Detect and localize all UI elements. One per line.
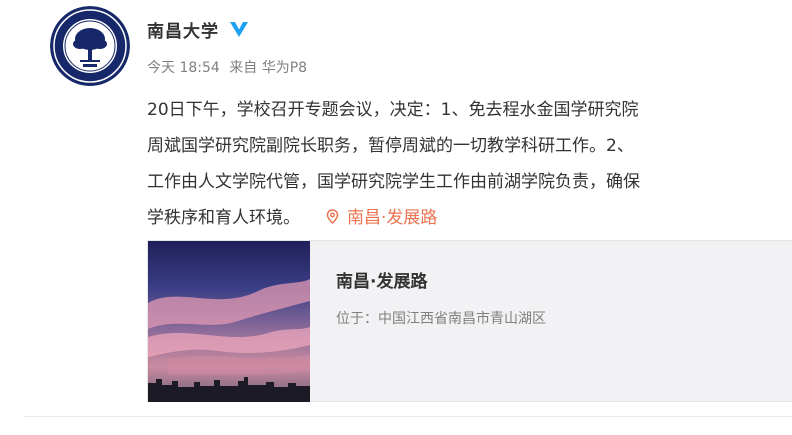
- location-pin-icon: [326, 209, 339, 224]
- author-row: 南昌大学: [147, 16, 250, 42]
- post-meta: 今天 18:54 来自 华为P8: [147, 57, 307, 77]
- post-text-line-last: 学秩序和育人环境。 南昌·发展路: [147, 200, 792, 236]
- post-text-line: 20日下午，学校召开专题会议，决定：1、免去程水金国学研究院: [147, 100, 639, 120]
- location-link[interactable]: 南昌·发展路: [326, 208, 437, 228]
- post-text-line: 工作由人文学院代管，国学研究院学生工作由前湖学院负责，确保: [147, 172, 640, 192]
- location-card[interactable]: 南昌·发展路 位于：中国江西省南昌市青山湖区: [147, 240, 792, 402]
- avatar[interactable]: [50, 6, 130, 86]
- location-card-address: 位于：中国江西省南昌市青山湖区: [336, 311, 546, 327]
- verified-icon: [230, 22, 248, 37]
- author-name[interactable]: 南昌大学: [147, 17, 219, 42]
- nanchang-university-logo: [50, 6, 130, 86]
- location-card-title[interactable]: 南昌·发展路: [336, 267, 427, 292]
- location-link-label: 南昌·发展路: [347, 208, 438, 228]
- post-text-line: 周斌国学研究院副院长职务，暂停周斌的一切教学科研工作。2、: [147, 136, 634, 156]
- divider: [24, 416, 792, 417]
- location-photo: [148, 241, 310, 402]
- post-time[interactable]: 今天 18:54: [147, 60, 220, 76]
- post-text-line: 学秩序和育人环境。: [147, 208, 300, 228]
- post-source[interactable]: 来自 华为P8: [229, 60, 307, 76]
- post-text: 20日下午，学校召开专题会议，决定：1、免去程水金国学研究院 周斌国学研究院副院…: [147, 92, 792, 236]
